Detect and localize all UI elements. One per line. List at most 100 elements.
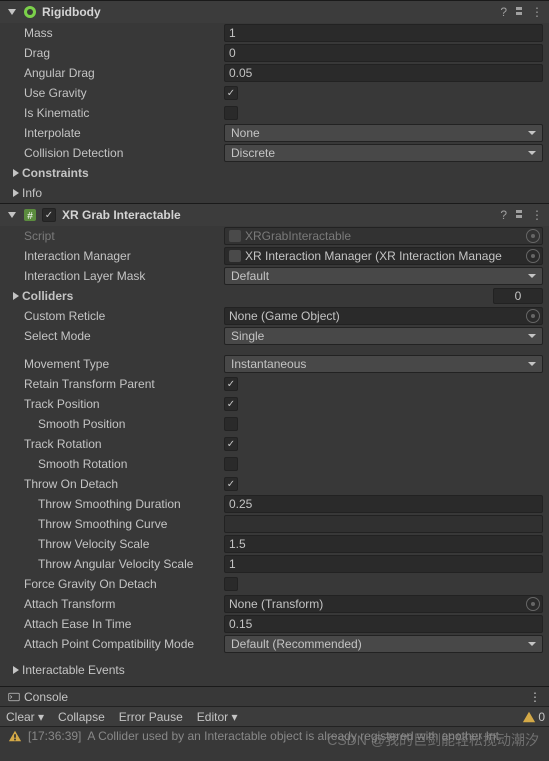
script-row: ScriptXRGrabInteractable <box>0 226 549 246</box>
track-rotation-checkbox[interactable] <box>224 437 238 451</box>
custom-reticle-label: Custom Reticle <box>24 309 224 323</box>
retain-transform-parent-checkbox[interactable] <box>224 377 238 391</box>
console-message[interactable]: [17:36:39] A Collider used by an Interac… <box>0 727 549 745</box>
select-mode-dropdown[interactable]: Single <box>224 327 543 345</box>
interactable-events-label: Interactable Events <box>22 663 543 677</box>
preset-icon[interactable] <box>513 5 525 20</box>
attach-ease-in-time-row: Attach Ease In Time <box>0 614 549 634</box>
is-kinematic-label: Is Kinematic <box>24 106 224 120</box>
force-gravity-on-detach-checkbox[interactable] <box>224 577 238 591</box>
interaction-layer-mask-dropdown[interactable]: Default <box>224 267 543 285</box>
drag-input[interactable] <box>224 44 543 62</box>
help-icon[interactable]: ? <box>500 5 507 20</box>
mass-input[interactable] <box>224 24 543 42</box>
movement-type-dropdown[interactable]: Instantaneous <box>224 355 543 373</box>
foldout-icon[interactable] <box>6 6 18 18</box>
foldout-icon[interactable] <box>10 290 22 302</box>
throw-velocity-scale-label: Throw Velocity Scale <box>38 537 224 551</box>
throw-smoothing-duration-input[interactable] <box>224 495 543 513</box>
attach-ease-in-time-input[interactable] <box>224 615 543 633</box>
script-label: Script <box>24 229 224 243</box>
warning-count[interactable]: 0 <box>522 710 545 724</box>
select-mode-row: Select ModeSingle <box>0 326 549 346</box>
movement-type-label: Movement Type <box>24 357 224 371</box>
track-position-checkbox[interactable] <box>224 397 238 411</box>
mass-row: Mass <box>0 23 549 43</box>
foldout-icon[interactable] <box>10 187 22 199</box>
attach-transform-label: Attach Transform <box>24 597 224 611</box>
custom-reticle-field[interactable]: None (Game Object) <box>224 307 543 325</box>
drag-label: Drag <box>24 46 224 60</box>
colliders-count[interactable]: 0 <box>493 288 543 304</box>
attach-transform-value: None (Transform) <box>229 597 323 611</box>
attach-transform-row: Attach Transform None (Transform) <box>0 594 549 614</box>
collision-detection-label: Collision Detection <box>24 146 224 160</box>
xrgrab-header[interactable]: # XR Grab Interactable ? ⋮ <box>0 204 549 226</box>
throw-smoothing-duration-row: Throw Smoothing Duration <box>0 494 549 514</box>
interaction-manager-field[interactable]: XR Interaction Manager (XR Interaction M… <box>224 247 543 265</box>
attach-ease-in-time-label: Attach Ease In Time <box>24 617 224 631</box>
menu-icon[interactable]: ⋮ <box>529 690 541 704</box>
collapse-button[interactable]: Collapse <box>56 710 107 724</box>
colliders-header[interactable]: Colliders0 <box>0 286 549 306</box>
error-pause-button[interactable]: Error Pause <box>117 710 185 724</box>
menu-icon[interactable]: ⋮ <box>531 5 543 20</box>
attach-transform-field[interactable]: None (Transform) <box>224 595 543 613</box>
collision-detection-row: Collision DetectionDiscrete <box>0 143 549 163</box>
menu-icon[interactable]: ⋮ <box>531 208 543 223</box>
interpolate-dropdown[interactable]: None <box>224 124 543 142</box>
throw-smoothing-curve-field[interactable] <box>224 515 543 533</box>
attach-point-compatibility-mode-dropdown[interactable]: Default (Recommended) <box>224 635 543 653</box>
interactable-events-header[interactable]: Interactable Events <box>0 660 549 680</box>
use-gravity-checkbox[interactable] <box>224 86 238 100</box>
console-filter-icons: 0 <box>522 710 545 724</box>
smooth-rotation-checkbox[interactable] <box>224 457 238 471</box>
constraints-header[interactable]: Constraints <box>0 163 549 183</box>
movement-type-row: Movement TypeInstantaneous <box>0 354 549 374</box>
custom-reticle-row: Custom Reticle None (Game Object) <box>0 306 549 326</box>
preset-icon[interactable] <box>513 208 525 223</box>
csharp-icon <box>229 230 241 242</box>
xrgrab-component: # XR Grab Interactable ? ⋮ ScriptXRGrabI… <box>0 203 549 686</box>
component-title: XR Grab Interactable <box>62 208 500 222</box>
info-header[interactable]: Info <box>0 183 549 203</box>
interaction-layer-mask-label: Interaction Layer Mask <box>24 269 224 283</box>
interaction-manager-label: Interaction Manager <box>24 249 224 263</box>
throw-angular-velocity-scale-input[interactable] <box>224 555 543 573</box>
throw-on-detach-row: Throw On Detach <box>0 474 549 494</box>
is-kinematic-checkbox[interactable] <box>224 106 238 120</box>
console-toolbar: Clear ▾ Collapse Error Pause Editor ▾ 0 <box>0 707 549 727</box>
interaction-manager-value: XR Interaction Manager (XR Interaction M… <box>245 249 502 263</box>
message-time: [17:36:39] <box>28 729 81 743</box>
foldout-icon[interactable] <box>6 209 18 221</box>
throw-on-detach-checkbox[interactable] <box>224 477 238 491</box>
gameobject-icon <box>229 250 241 262</box>
object-picker-icon[interactable] <box>526 249 540 263</box>
throw-velocity-scale-input[interactable] <box>224 535 543 553</box>
object-picker-icon[interactable] <box>526 309 540 323</box>
console-tab-label: Console <box>24 690 68 704</box>
console-tab[interactable]: Console ⋮ <box>0 687 549 707</box>
editor-button[interactable]: Editor ▾ <box>195 710 240 724</box>
foldout-icon[interactable] <box>10 664 22 676</box>
colliders-label: Colliders <box>22 289 493 303</box>
attach-point-compatibility-mode-row: Attach Point Compatibility ModeDefault (… <box>0 634 549 654</box>
clear-button[interactable]: Clear ▾ <box>4 710 46 724</box>
collision-detection-dropdown[interactable]: Discrete <box>224 144 543 162</box>
angular-drag-label: Angular Drag <box>24 66 224 80</box>
warning-icon <box>8 729 22 743</box>
foldout-icon[interactable] <box>10 167 22 179</box>
throw-smoothing-curve-label: Throw Smoothing Curve <box>38 517 224 531</box>
custom-reticle-value: None (Game Object) <box>229 309 340 323</box>
object-picker-icon[interactable] <box>526 597 540 611</box>
smooth-position-checkbox[interactable] <box>224 417 238 431</box>
rigidbody-header[interactable]: Rigidbody ? ⋮ <box>0 1 549 23</box>
info-label: Info <box>22 186 543 200</box>
component-enable-checkbox[interactable] <box>42 208 56 222</box>
angular-drag-input[interactable] <box>224 64 543 82</box>
help-icon[interactable]: ? <box>500 208 507 223</box>
rigidbody-icon <box>22 4 38 20</box>
retain-transform-parent-row: Retain Transform Parent <box>0 374 549 394</box>
smooth-position-row: Smooth Position <box>0 414 549 434</box>
svg-text:#: # <box>27 211 33 222</box>
